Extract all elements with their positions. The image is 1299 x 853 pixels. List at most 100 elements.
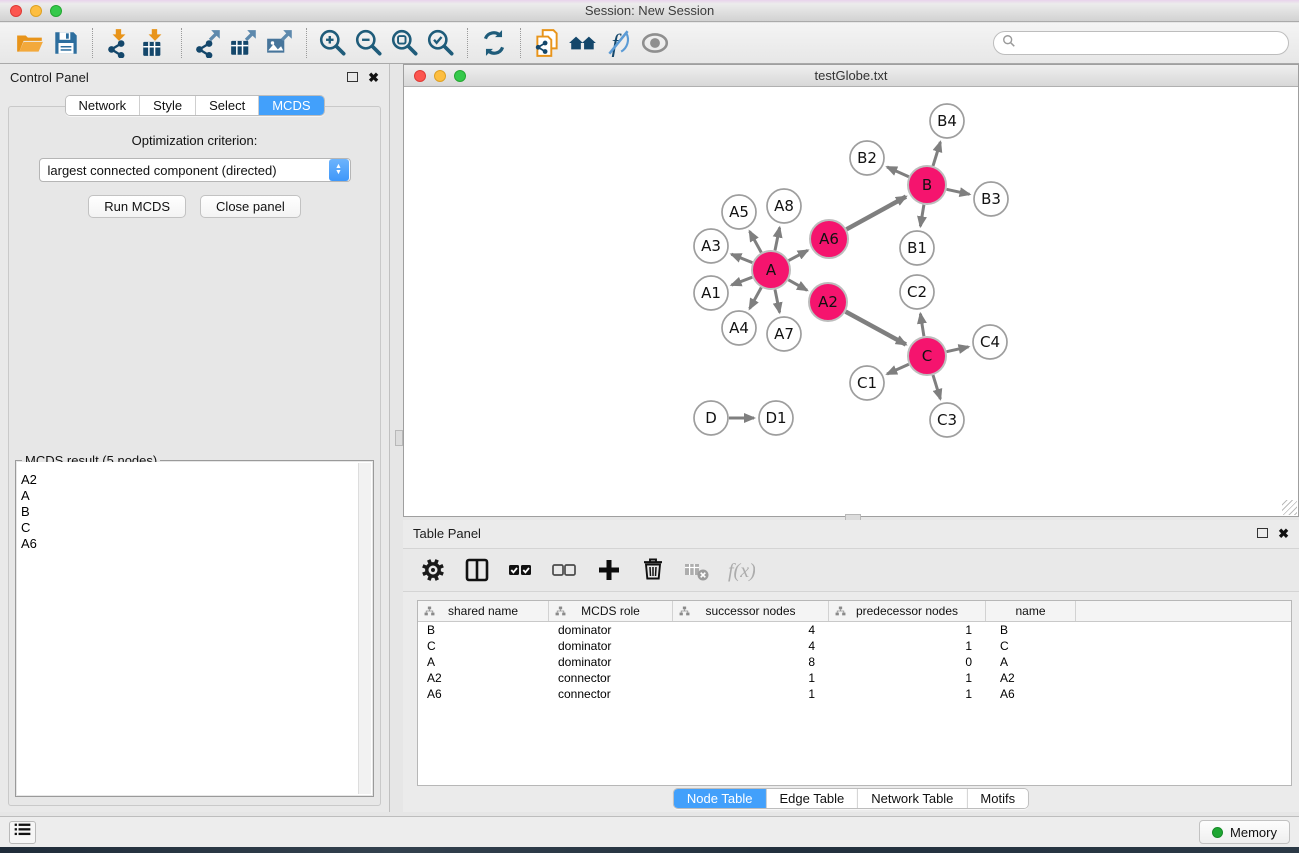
result-item-a6[interactable]: A6: [21, 536, 368, 552]
close-table-panel-button[interactable]: ✖: [1278, 527, 1289, 540]
save-button[interactable]: [48, 26, 84, 60]
close-panel-button-mcds[interactable]: Close panel: [200, 195, 301, 218]
graph-edge-B-B2[interactable]: [887, 167, 909, 177]
graph-edge-A-A6[interactable]: [789, 250, 808, 260]
search-input[interactable]: [1021, 36, 1280, 51]
tab-network-table[interactable]: Network Table: [858, 789, 967, 808]
network-close-button[interactable]: [414, 70, 426, 82]
table-row[interactable]: A6connector11A6: [418, 686, 1291, 702]
graph-node-A7[interactable]: A7: [767, 317, 801, 351]
import-table-button[interactable]: [137, 26, 173, 60]
table-row[interactable]: Bdominator41B: [418, 622, 1291, 638]
hide-graphics-details-button[interactable]: f: [601, 26, 637, 60]
graph-node-B[interactable]: B: [908, 166, 946, 204]
graph-edge-B-B3[interactable]: [947, 189, 970, 194]
column-header-predecessor-nodes[interactable]: predecessor nodes: [829, 601, 986, 621]
zoom-in-button[interactable]: [315, 26, 351, 60]
column-header-successor-nodes[interactable]: successor nodes: [673, 601, 829, 621]
task-history-button[interactable]: [9, 821, 36, 844]
graph-edge-C-C4[interactable]: [947, 347, 969, 352]
graph-node-A2[interactable]: A2: [809, 283, 847, 321]
float-panel-button[interactable]: [347, 72, 358, 82]
graph-edge-A-A1[interactable]: [732, 277, 753, 285]
graph-node-A[interactable]: A: [752, 251, 790, 289]
add-column-button[interactable]: [591, 553, 627, 587]
column-header-shared-name[interactable]: shared name: [418, 601, 549, 621]
criterion-select[interactable]: largest connected component (directed) ▲…: [39, 158, 351, 182]
table-row[interactable]: A2connector11A2: [418, 670, 1291, 686]
select-all-columns-button[interactable]: [503, 553, 539, 587]
network-minimize-button[interactable]: [434, 70, 446, 82]
graph-node-C4[interactable]: C4: [973, 325, 1007, 359]
graph-edge-C-C2[interactable]: [920, 314, 924, 337]
mcds-result-list[interactable]: A2ABCA6: [17, 462, 372, 795]
column-layout-button[interactable]: [459, 553, 495, 587]
network-canvas[interactable]: B4 B2 B B3 A5 A8 A6 B1 A3 A C2 A1 A2 A4 A7 C4 C C1 C3 D D1: [404, 88, 1298, 516]
tab-edge-table[interactable]: Edge Table: [766, 789, 858, 808]
graph-node-C2[interactable]: C2: [900, 275, 934, 309]
network-window-titlebar[interactable]: testGlobe.txt: [404, 65, 1298, 87]
graph-edge-B-B4[interactable]: [933, 142, 940, 166]
window-resize-grip[interactable]: [1282, 500, 1297, 515]
close-window-button[interactable]: [10, 5, 22, 17]
graph-node-A5[interactable]: A5: [722, 195, 756, 229]
result-item-c[interactable]: C: [21, 520, 368, 536]
graph-node-B1[interactable]: B1: [900, 231, 934, 265]
result-item-a2[interactable]: A2: [21, 472, 368, 488]
copy-document-button[interactable]: [529, 26, 565, 60]
graph-node-D1[interactable]: D1: [759, 401, 793, 435]
close-panel-button[interactable]: ✖: [368, 71, 379, 84]
zoom-fit-button[interactable]: [387, 26, 423, 60]
export-image-button[interactable]: [262, 26, 298, 60]
refresh-button[interactable]: [476, 26, 512, 60]
tab-mcds[interactable]: MCDS: [259, 96, 323, 115]
result-item-a[interactable]: A: [21, 488, 368, 504]
graph-edge-A6-B[interactable]: [847, 197, 907, 230]
graph-edge-A-A3[interactable]: [731, 254, 752, 262]
minimize-window-button[interactable]: [30, 5, 42, 17]
tab-node-table[interactable]: Node Table: [674, 789, 767, 808]
graph-node-A8[interactable]: A8: [767, 189, 801, 223]
export-table-button[interactable]: [226, 26, 262, 60]
show-hide-panels-eye-button[interactable]: [637, 26, 673, 60]
graph-node-B3[interactable]: B3: [974, 182, 1008, 216]
graph-edge-C-C1[interactable]: [887, 364, 909, 374]
zoom-window-button[interactable]: [50, 5, 62, 17]
home-button[interactable]: [565, 26, 601, 60]
zoom-selected-button[interactable]: [423, 26, 459, 60]
column-header-name[interactable]: name: [986, 601, 1076, 621]
open-folder-button[interactable]: [12, 26, 48, 60]
settings-gear-button[interactable]: [415, 553, 451, 587]
vertical-divider-grip[interactable]: [395, 430, 403, 446]
graph-edge-A-A2[interactable]: [788, 280, 807, 291]
graph-node-A3[interactable]: A3: [694, 229, 728, 263]
graph-edge-B-B1[interactable]: [920, 205, 924, 227]
search-box[interactable]: [993, 31, 1289, 55]
zoom-out-button[interactable]: [351, 26, 387, 60]
table-row[interactable]: Adominator80A: [418, 654, 1291, 670]
graph-node-D[interactable]: D: [694, 401, 728, 435]
import-network-button[interactable]: [101, 26, 137, 60]
network-zoom-button[interactable]: [454, 70, 466, 82]
graph-node-A6[interactable]: A6: [810, 220, 848, 258]
graph-edge-A-A7[interactable]: [775, 290, 780, 313]
tab-select[interactable]: Select: [196, 96, 259, 115]
graph-edge-A-A5[interactable]: [750, 231, 762, 252]
graph-node-C3[interactable]: C3: [930, 403, 964, 437]
tab-style[interactable]: Style: [140, 96, 196, 115]
table-row[interactable]: Cdominator41C: [418, 638, 1291, 654]
memory-button[interactable]: Memory: [1199, 820, 1290, 844]
tab-motifs[interactable]: Motifs: [967, 789, 1028, 808]
graph-node-A4[interactable]: A4: [722, 311, 756, 345]
graph-node-B4[interactable]: B4: [930, 104, 964, 138]
result-list-scrollbar[interactable]: [358, 463, 371, 794]
graph-node-C[interactable]: C: [908, 337, 946, 375]
column-header-mcds-role[interactable]: MCDS role: [549, 601, 673, 621]
export-network-button[interactable]: [190, 26, 226, 60]
graph-node-C1[interactable]: C1: [850, 366, 884, 400]
graph-node-B2[interactable]: B2: [850, 141, 884, 175]
graph-node-A1[interactable]: A1: [694, 276, 728, 310]
delete-column-button[interactable]: [635, 553, 671, 587]
graph-edge-C-C3[interactable]: [933, 375, 940, 399]
tab-network[interactable]: Network: [65, 96, 140, 115]
